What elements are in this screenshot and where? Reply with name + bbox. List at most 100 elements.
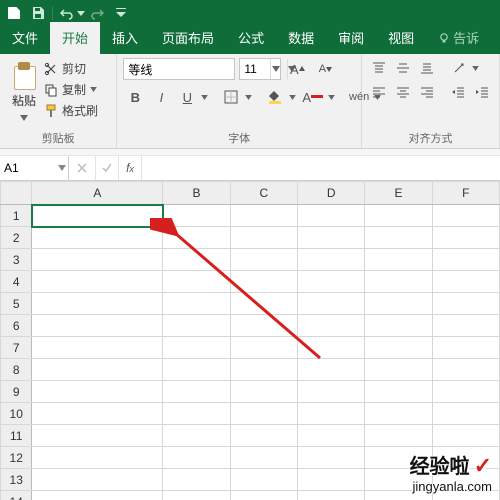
chevron-down-icon[interactable]	[472, 58, 479, 78]
row-header[interactable]: 14	[1, 491, 32, 500]
cut-button[interactable]: 剪切	[44, 60, 98, 77]
chevron-down-icon[interactable]	[270, 59, 280, 79]
increase-indent-button[interactable]	[471, 82, 493, 102]
cell[interactable]	[230, 447, 297, 469]
column-header[interactable]: B	[163, 182, 230, 205]
cell[interactable]	[163, 315, 230, 337]
cancel-icon[interactable]	[69, 156, 96, 180]
cell[interactable]	[163, 337, 230, 359]
cell[interactable]	[32, 315, 163, 337]
select-all-corner[interactable]	[1, 182, 32, 205]
cell[interactable]	[230, 271, 297, 293]
cell[interactable]	[432, 337, 499, 359]
italic-button[interactable]: I	[149, 86, 173, 108]
cell[interactable]	[432, 425, 499, 447]
cell[interactable]	[230, 381, 297, 403]
name-box-input[interactable]	[0, 161, 56, 175]
cell[interactable]	[298, 293, 365, 315]
cell[interactable]	[32, 359, 163, 381]
cell[interactable]	[163, 425, 230, 447]
fill-color-button[interactable]	[263, 86, 287, 108]
cell[interactable]	[230, 227, 297, 249]
cell[interactable]	[32, 205, 163, 227]
row-header[interactable]: 11	[1, 425, 32, 447]
font-color-button[interactable]: A	[299, 86, 326, 108]
cell[interactable]	[432, 403, 499, 425]
cell[interactable]	[365, 227, 432, 249]
row-header[interactable]: 13	[1, 469, 32, 491]
font-name-combo[interactable]	[123, 58, 235, 80]
tab-page-layout[interactable]: 页面布局	[150, 22, 226, 54]
cell[interactable]	[230, 359, 297, 381]
name-box[interactable]	[0, 156, 69, 180]
cell[interactable]	[32, 447, 163, 469]
enter-icon[interactable]	[96, 156, 119, 180]
row-header[interactable]: 9	[1, 381, 32, 403]
cell[interactable]	[32, 491, 163, 500]
cell[interactable]	[365, 205, 432, 227]
cell[interactable]	[163, 381, 230, 403]
cell[interactable]	[365, 293, 432, 315]
tab-insert[interactable]: 插入	[100, 22, 150, 54]
cell[interactable]	[432, 315, 499, 337]
font-size-input[interactable]	[240, 60, 270, 78]
chevron-down-icon[interactable]	[56, 165, 68, 171]
underline-button[interactable]: U	[175, 86, 199, 108]
row-header[interactable]: 10	[1, 403, 32, 425]
cell[interactable]	[298, 403, 365, 425]
cell[interactable]	[32, 271, 163, 293]
align-right-button[interactable]	[416, 82, 438, 102]
tab-file[interactable]: 文件	[0, 22, 50, 54]
row-header[interactable]: 4	[1, 271, 32, 293]
undo-icon[interactable]	[57, 3, 77, 23]
chevron-down-icon[interactable]	[287, 95, 297, 100]
decrease-indent-button[interactable]	[447, 82, 469, 102]
cell[interactable]	[298, 315, 365, 337]
paste-dropdown-icon[interactable]	[20, 110, 28, 124]
row-header[interactable]: 12	[1, 447, 32, 469]
cell[interactable]	[365, 359, 432, 381]
row-header[interactable]: 6	[1, 315, 32, 337]
cell[interactable]	[432, 293, 499, 315]
cell[interactable]	[298, 249, 365, 271]
chevron-down-icon[interactable]	[243, 95, 253, 100]
cell[interactable]	[230, 293, 297, 315]
decrease-font-size-button[interactable]: A	[313, 58, 337, 80]
row-header[interactable]: 2	[1, 227, 32, 249]
row-header[interactable]: 3	[1, 249, 32, 271]
cell[interactable]	[163, 403, 230, 425]
cell[interactable]	[365, 381, 432, 403]
format-painter-button[interactable]: 格式刷	[44, 102, 98, 119]
cell[interactable]	[163, 359, 230, 381]
cell[interactable]	[432, 205, 499, 227]
chevron-down-icon[interactable]	[199, 95, 209, 100]
cell[interactable]	[230, 403, 297, 425]
cell[interactable]	[432, 227, 499, 249]
cell[interactable]	[230, 337, 297, 359]
column-header[interactable]: F	[432, 182, 499, 205]
chevron-down-icon[interactable]	[326, 95, 336, 100]
tab-formulas[interactable]: 公式	[226, 22, 276, 54]
cell[interactable]	[432, 381, 499, 403]
insert-function-button[interactable]: fx	[119, 156, 142, 180]
cell[interactable]	[230, 491, 297, 500]
formula-input[interactable]	[142, 156, 500, 180]
paste-button[interactable]: 粘贴	[12, 92, 36, 109]
column-header[interactable]: C	[230, 182, 297, 205]
row-header[interactable]: 1	[1, 205, 32, 227]
cell[interactable]	[230, 425, 297, 447]
copy-button[interactable]: 复制	[44, 81, 98, 98]
cell[interactable]	[32, 403, 163, 425]
borders-button[interactable]	[219, 86, 243, 108]
cell[interactable]	[365, 403, 432, 425]
column-header[interactable]: D	[298, 182, 365, 205]
cell[interactable]	[298, 337, 365, 359]
cell[interactable]	[163, 249, 230, 271]
orientation-button[interactable]	[448, 58, 470, 78]
cell[interactable]	[298, 205, 365, 227]
cell[interactable]	[163, 205, 230, 227]
save-icon[interactable]	[28, 3, 48, 23]
align-left-button[interactable]	[368, 82, 390, 102]
cell[interactable]	[163, 469, 230, 491]
cell[interactable]	[32, 425, 163, 447]
